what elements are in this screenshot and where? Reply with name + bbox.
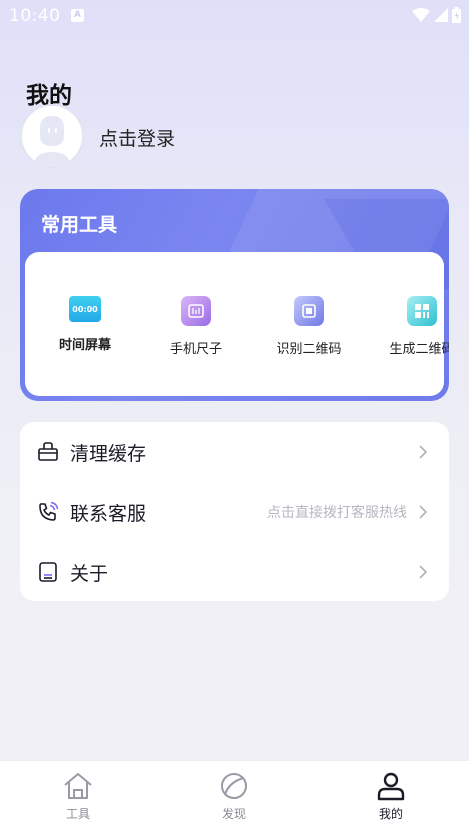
menu-item-label: 关于 (70, 562, 109, 585)
chevron-right-icon (419, 565, 428, 579)
ruler-icon (181, 296, 211, 326)
basket-icon (37, 441, 59, 463)
home-icon (64, 773, 92, 799)
info-book-icon (37, 561, 59, 583)
chevron-right-icon (419, 505, 428, 519)
tab-discover[interactable]: 发现 (156, 761, 312, 833)
tool-phone-ruler[interactable]: 手机尺子 (141, 296, 251, 357)
tool-scan-qr[interactable]: 识别二维码 (254, 296, 364, 357)
chevron-right-icon (419, 445, 428, 459)
signal-icon (434, 8, 448, 22)
clock-screen-icon: 00:00 (69, 296, 101, 322)
status-bar: 10:40 A (0, 0, 469, 32)
user-icon (377, 772, 405, 801)
leaf-icon (221, 773, 247, 799)
login-button[interactable]: 点击登录 (99, 124, 175, 151)
common-tools-card: 常用工具 00:00 时间屏幕 手机尺子 识别二维码 生成二维码 (20, 189, 449, 401)
notification-icon: A (71, 9, 84, 22)
menu-item-label: 清理缓存 (70, 442, 147, 465)
battery-icon (452, 7, 461, 23)
bottom-tab-bar: 工具 发现 我的 (0, 760, 469, 833)
menu-item-label: 联系客服 (70, 502, 147, 525)
settings-menu: 清理缓存 联系客服 点击直接拨打客服热线 关于 (20, 422, 449, 601)
menu-item-clear-cache[interactable]: 清理缓存 (20, 422, 449, 482)
wifi-icon (412, 8, 430, 22)
generate-qr-icon (407, 296, 437, 326)
phone-icon (37, 501, 59, 523)
tools-grid: 00:00 时间屏幕 手机尺子 识别二维码 生成二维码 (25, 252, 449, 396)
tool-label: 时间屏幕 (58, 338, 111, 353)
tab-label: 我的 (378, 807, 403, 821)
default-avatar-icon (22, 106, 82, 166)
menu-item-hint: 点击直接拨打客服热线 (267, 505, 407, 521)
menu-item-contact-service[interactable]: 联系客服 点击直接拨打客服热线 (20, 482, 449, 542)
system-icons (412, 7, 461, 23)
tool-label: 识别二维码 (276, 342, 342, 357)
status-time: 10:40 (9, 6, 61, 26)
tool-label: 生成二维码 (389, 342, 449, 357)
tab-mine[interactable]: 我的 (313, 761, 469, 833)
menu-item-about[interactable]: 关于 (20, 542, 449, 602)
avatar[interactable] (20, 104, 84, 168)
scan-qr-icon (294, 296, 324, 326)
tab-tools[interactable]: 工具 (0, 761, 156, 833)
tools-title: 常用工具 (41, 214, 118, 236)
tool-time-screen[interactable]: 00:00 时间屏幕 (30, 296, 140, 353)
tool-generate-qr[interactable]: 生成二维码 (367, 296, 449, 357)
tab-label: 发现 (221, 807, 246, 821)
tab-label: 工具 (65, 807, 90, 821)
tool-label: 手机尺子 (169, 342, 222, 357)
